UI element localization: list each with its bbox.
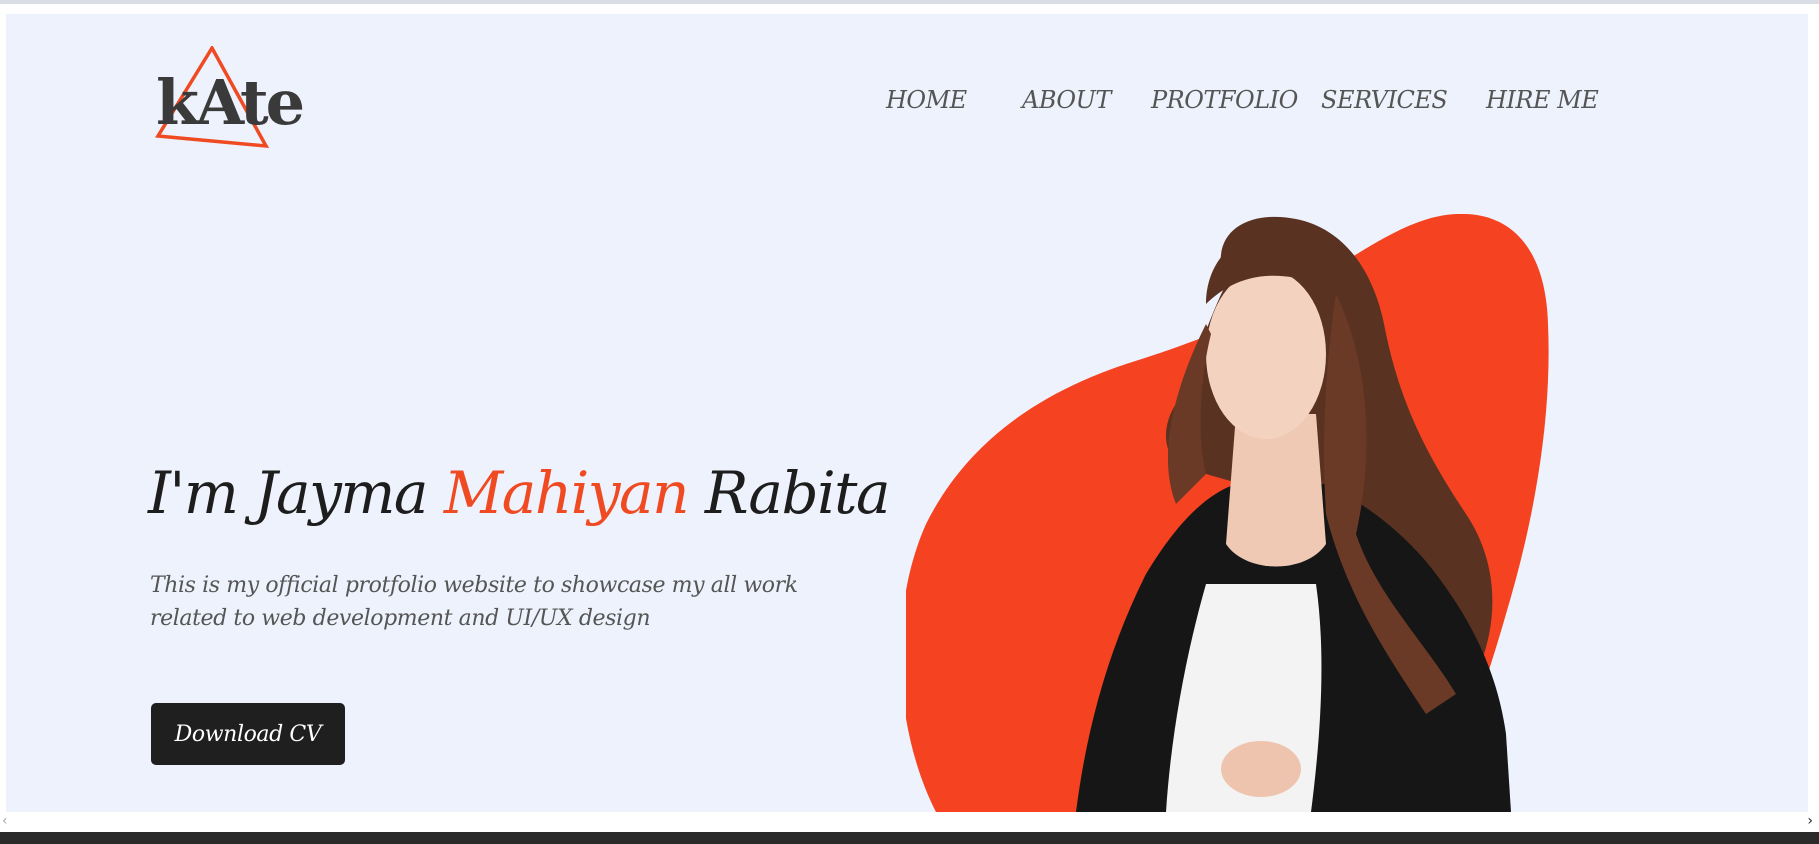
window-top-border [0,0,1819,4]
taskbar-strip [0,832,1819,844]
hero-portrait-image [906,214,1549,812]
horizontal-scrollbar[interactable]: ‹ › [0,812,1819,832]
portfolio-page: kAte HOME ABOUT PROTFOLIO SERVICES HIRE … [6,14,1808,812]
page-right-margin [1808,14,1819,812]
site-logo[interactable]: kAte [150,46,305,166]
nav-home[interactable]: HOME [886,86,967,114]
nav-portfolio[interactable]: PROTFOLIO [1151,86,1298,114]
download-cv-button[interactable]: Download CV [151,703,345,765]
nav-about[interactable]: ABOUT [1022,86,1111,114]
hero-headline: I'm Jayma Mahiyan Rabita [148,464,891,522]
portrait-face [1206,269,1326,439]
nav-services[interactable]: SERVICES [1321,86,1448,114]
scroll-left-icon[interactable]: ‹ [2,813,8,829]
headline-intro: I'm Jayma [148,459,444,527]
logo-text: kAte [156,66,305,139]
headline-last-name: Rabita [687,459,891,527]
nav-hire-me[interactable]: HIRE ME [1486,86,1599,114]
headline-accent-name: Mahiyan [443,459,690,527]
hero-subtitle: This is my official protfolio website to… [150,573,798,631]
scroll-right-icon[interactable]: › [1807,813,1813,829]
browser-window: kAte HOME ABOUT PROTFOLIO SERVICES HIRE … [0,0,1819,844]
portrait-hand [1221,741,1301,797]
